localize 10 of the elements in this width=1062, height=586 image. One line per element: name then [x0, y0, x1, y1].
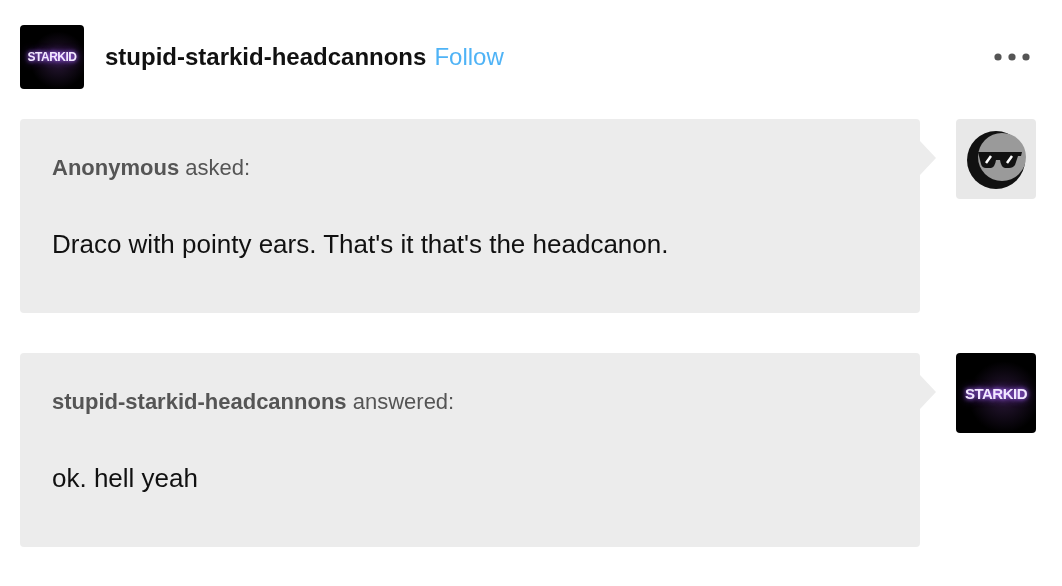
author-line: stupid-starkid-headcannons answered: [52, 389, 456, 415]
more-icon[interactable] [994, 53, 1030, 61]
avatar-logo: STARKID [27, 50, 77, 64]
answer-text: ok. hell yeah [52, 463, 199, 494]
blog-name[interactable]: stupid-starkid-headcannons [105, 43, 427, 71]
avatar-logo: STARKID [964, 384, 1028, 402]
author-line: Anonymous asked: [52, 155, 252, 181]
question-text: Draco with pointy ears. That's it that's the headcanon. [52, 229, 670, 260]
blog-avatar[interactable]: STARKID [956, 353, 1036, 433]
blog-avatar[interactable]: STARKID [20, 25, 84, 89]
